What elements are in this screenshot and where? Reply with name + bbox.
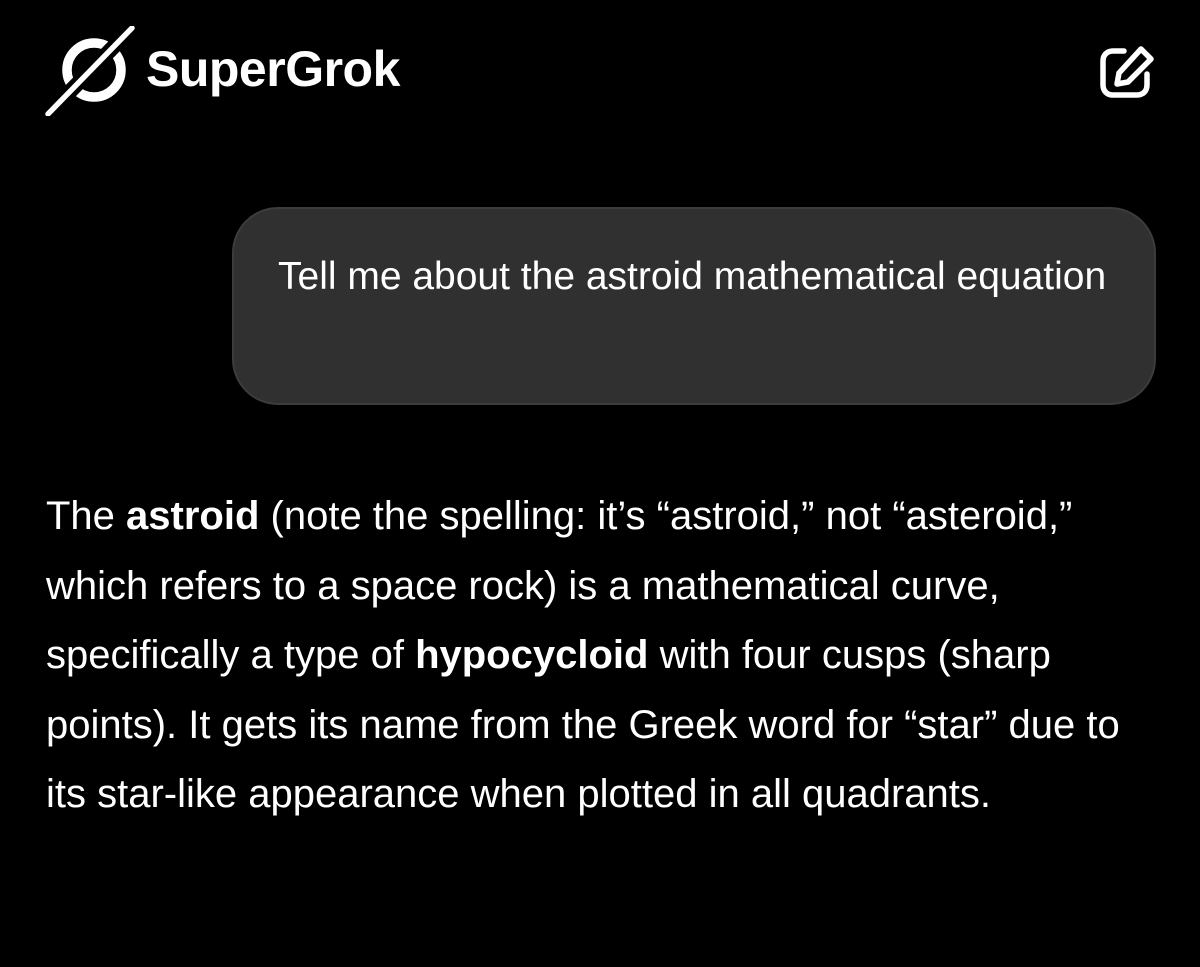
edit-icon bbox=[1100, 46, 1154, 98]
top-bar: SuperGrok bbox=[0, 0, 1200, 150]
user-message-bubble: Tell me about the astroid mathematical e… bbox=[232, 207, 1156, 405]
response-bold-hypocycloid: hypocycloid bbox=[415, 633, 649, 677]
new-chat-button[interactable] bbox=[1096, 42, 1156, 102]
brand: SuperGrok bbox=[44, 26, 400, 116]
response-bold-astroid: astroid bbox=[126, 494, 260, 538]
app-title: SuperGrok bbox=[146, 41, 400, 97]
user-message-text: Tell me about the astroid mathematical e… bbox=[278, 255, 1107, 298]
response-text-1: The bbox=[46, 494, 127, 538]
grok-logo-icon bbox=[44, 26, 136, 116]
assistant-response: The astroid (note the spelling: it’s “as… bbox=[46, 482, 1146, 830]
